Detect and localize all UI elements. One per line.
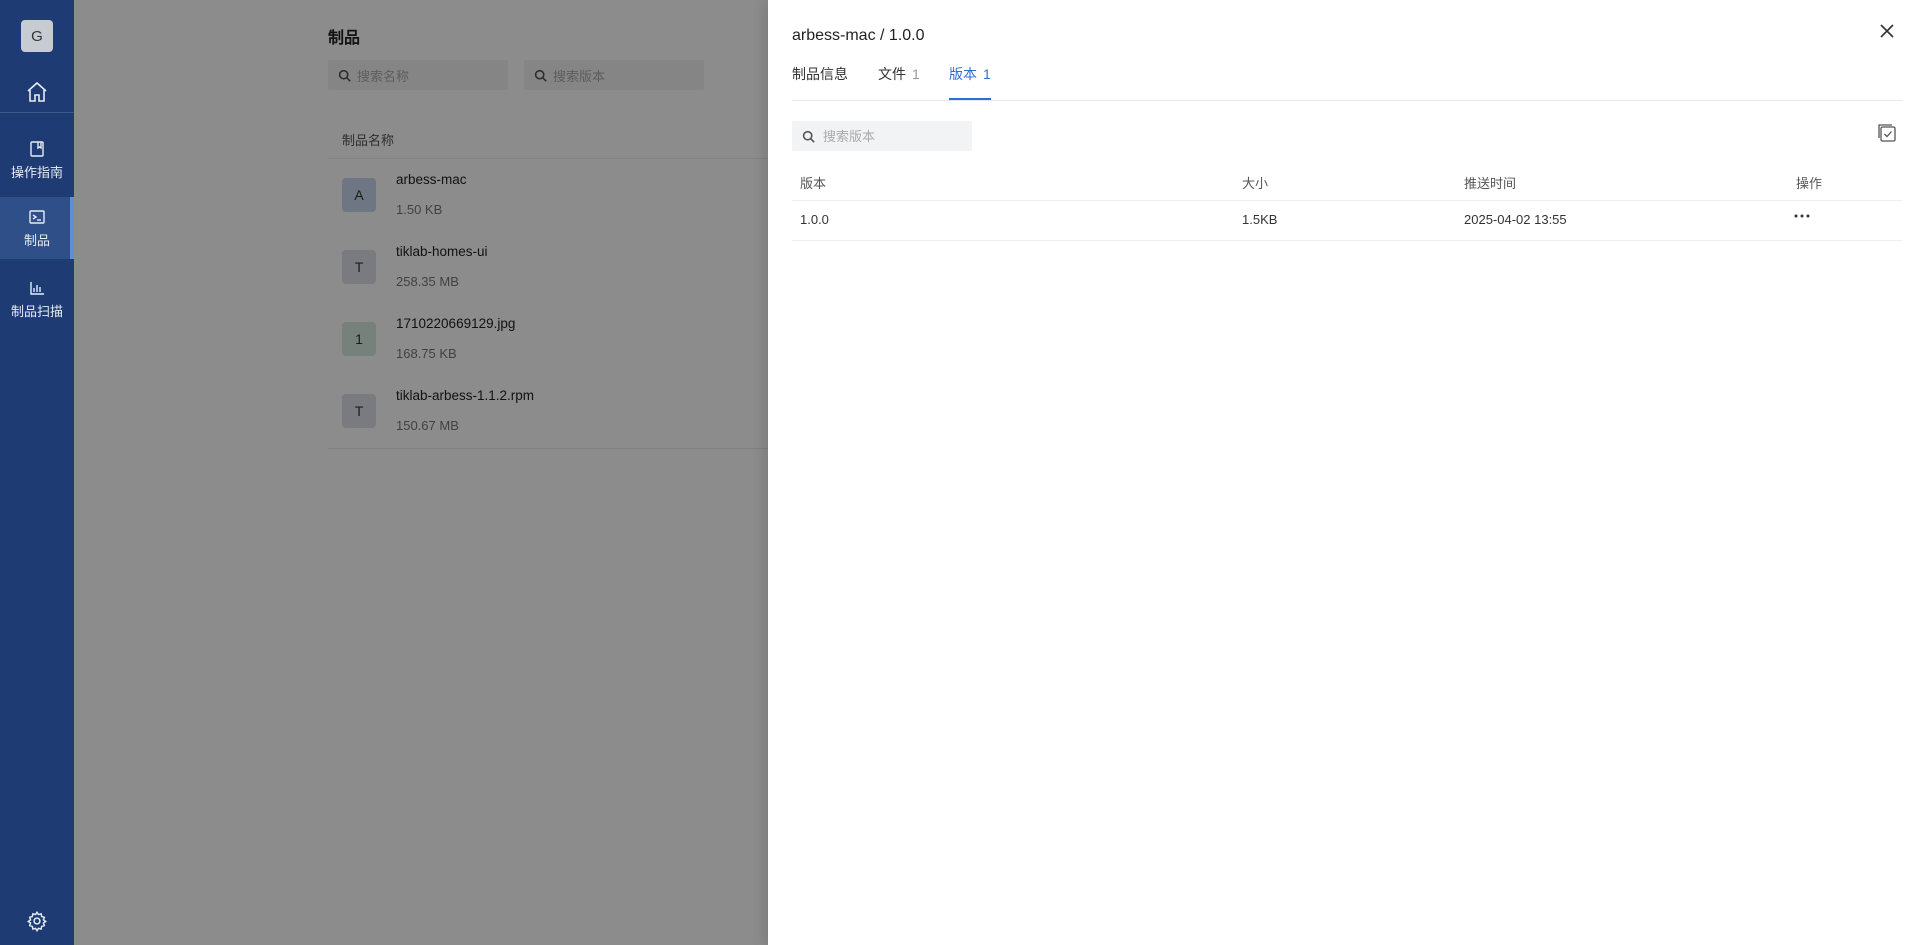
bar-chart-icon: [30, 281, 44, 295]
home-button[interactable]: [0, 72, 74, 112]
close-button[interactable]: [1878, 22, 1898, 42]
terminal-icon: [29, 209, 45, 224]
column-header-size: 大小: [1242, 176, 1269, 191]
close-icon: [1880, 24, 1894, 38]
sidebar-item-guide[interactable]: 操作指南: [0, 129, 74, 191]
sidebar-item-scan[interactable]: 制品扫描: [0, 268, 74, 330]
gear-icon: [26, 910, 48, 932]
more-actions-button[interactable]: [1792, 209, 1818, 229]
tab-files[interactable]: 文件 1: [878, 64, 920, 98]
column-header-version: 版本: [800, 176, 827, 191]
drawer-tabs: 制品信息 文件 1 版本 1: [792, 58, 1902, 101]
sidebar-item-label: 制品扫描: [10, 303, 63, 319]
tab-label: 版本: [949, 66, 977, 82]
drawer-title: arbess-mac / 1.0.0: [792, 27, 925, 44]
tab-label: 制品信息: [792, 66, 848, 82]
settings-button[interactable]: [26, 910, 48, 932]
table-row[interactable]: 1.0.0 1.5KB 2025-04-02 13:55: [792, 201, 1902, 241]
book-icon: [30, 140, 44, 157]
tab-count: 1: [983, 66, 991, 82]
sidebar-item-label: 操作指南: [10, 164, 63, 180]
batch-select-button[interactable]: [1876, 122, 1900, 146]
sidebar: G 操作指南 制品 制品扫描: [0, 0, 74, 945]
batch-check-icon: [1878, 124, 1896, 142]
version-cell: 1.0.0: [800, 212, 829, 227]
search-icon: [802, 130, 815, 143]
table-header: 版本 大小 推送时间 操作: [792, 162, 1902, 201]
version-drawer: arbess-mac / 1.0.0 制品信息 文件 1 版本 1 版本 大小 推送…: [768, 0, 1920, 945]
home-icon: [27, 81, 47, 102]
size-cell: 1.5KB: [1242, 212, 1278, 227]
tab-count: 1: [912, 66, 920, 82]
sidebar-item-label: 制品: [23, 232, 50, 248]
column-header-actions: 操作: [1796, 176, 1823, 191]
version-table: 版本 大小 推送时间 操作 1.0.0 1.5KB 2025-04-02 13:…: [792, 162, 1902, 241]
tab-label: 文件: [878, 66, 906, 82]
version-search-input[interactable]: [821, 127, 965, 145]
sidebar-divider: [0, 112, 74, 113]
version-search[interactable]: [792, 121, 972, 151]
more-icon: [1794, 214, 1810, 218]
tab-versions[interactable]: 版本 1: [949, 64, 991, 100]
column-header-pushed: 推送时间: [1464, 176, 1517, 191]
pushed-time-cell: 2025-04-02 13:55: [1464, 212, 1567, 227]
sidebar-item-artifacts[interactable]: 制品: [0, 197, 74, 259]
avatar[interactable]: G: [21, 20, 53, 52]
tab-info[interactable]: 制品信息: [792, 64, 848, 98]
